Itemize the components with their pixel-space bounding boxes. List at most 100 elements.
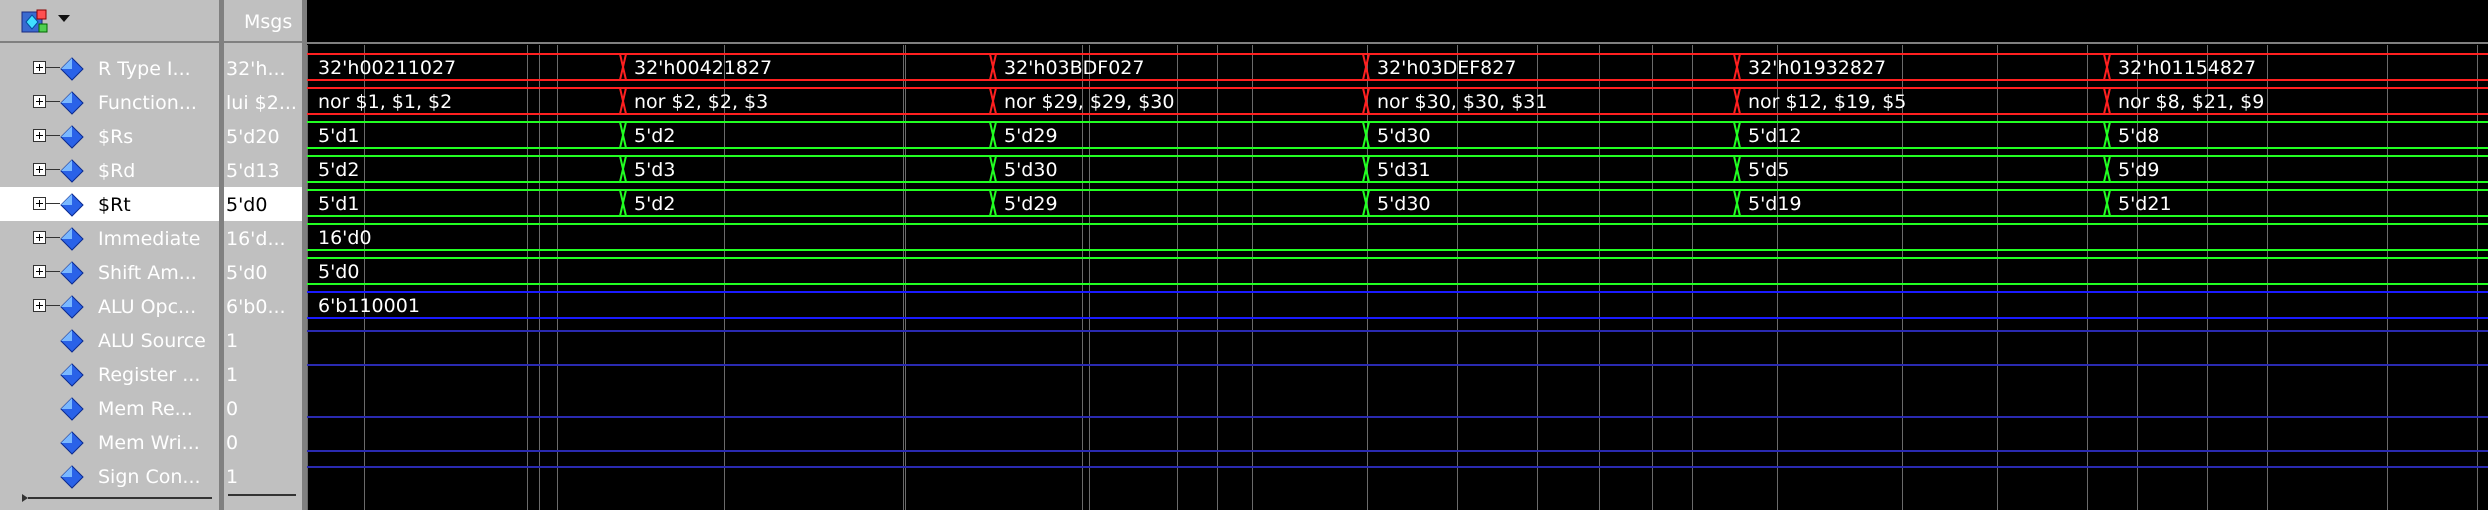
- waveform-function[interactable]: nor $1, $1, $2 nor $2, $2, $3 nor $29, $29…: [307, 87, 2488, 115]
- signal-value: lui $2...: [226, 92, 297, 114]
- time-ruler[interactable]: [307, 0, 2488, 43]
- signal-row-r-type-i[interactable]: R Type I...: [0, 51, 219, 85]
- value-row-rd[interactable]: 5'd13: [224, 153, 302, 187]
- signal-row-rd[interactable]: $Rd: [0, 153, 219, 187]
- msgs-label: Msgs: [244, 11, 293, 33]
- waveform-alu-opc[interactable]: 6'b110001: [307, 291, 2488, 319]
- bus-transition: [991, 155, 997, 183]
- tree-line: [46, 169, 60, 170]
- bus-value-label: 5'd21: [2118, 193, 2172, 215]
- signal-value: 0: [226, 398, 239, 420]
- waveform-rt[interactable]: 5'd1 5'd2 5'd29 5'd30 5'd19 5'd21: [307, 189, 2488, 217]
- bus-value-label: 5'd2: [634, 125, 675, 147]
- signal-name: Mem Re...: [98, 398, 193, 420]
- signal-diamond-icon: [60, 125, 84, 149]
- bus-value-label: 5'd29: [1004, 193, 1058, 215]
- bus-value-label: 5'd19: [1748, 193, 1802, 215]
- value-row-sign-con[interactable]: 1: [224, 459, 302, 493]
- signal-row-mem-wri[interactable]: Mem Wri...: [0, 425, 219, 459]
- waveform-rd[interactable]: 5'd2 5'd3 5'd30 5'd31 5'd5 5'd9: [307, 155, 2488, 183]
- bus-value-label: 5'd31: [1377, 159, 1431, 181]
- value-row-mem-wri[interactable]: 0: [224, 425, 302, 459]
- signal-value: 5'd20: [226, 126, 280, 148]
- expand-icon[interactable]: [33, 95, 46, 108]
- signal-row-rs[interactable]: $Rs: [0, 119, 219, 153]
- waveform-shift-am[interactable]: 5'd0: [307, 257, 2488, 285]
- signal-row-mem-re[interactable]: Mem Re...: [0, 391, 219, 425]
- bus-transition: [1735, 87, 1741, 115]
- value-row-immediate[interactable]: 16'd...: [224, 221, 302, 255]
- bus-transition: [621, 121, 627, 149]
- signal-row-rt[interactable]: $Rt: [0, 187, 219, 221]
- expand-icon[interactable]: [33, 61, 46, 74]
- signal-value: 5'd0: [226, 194, 268, 216]
- bus-transition: [2105, 155, 2111, 183]
- toolbar-wave-icon[interactable]: [20, 9, 48, 35]
- bus-transition: [621, 53, 627, 81]
- signal-row-alu-source[interactable]: ALU Source: [0, 323, 219, 357]
- scroll-arrow-icon[interactable]: [22, 494, 212, 502]
- expand-icon[interactable]: [33, 265, 46, 278]
- value-row-shift-am[interactable]: 5'd0: [224, 255, 302, 289]
- expand-icon[interactable]: [33, 129, 46, 142]
- chevron-down-icon[interactable]: [58, 15, 70, 22]
- value-row-rt[interactable]: 5'd0: [224, 187, 302, 221]
- signal-name: $Rt: [98, 194, 131, 216]
- value-row-alu-source[interactable]: 1: [224, 323, 302, 357]
- tree-line: [46, 237, 60, 238]
- waveform-canvas[interactable]: 32'h00211027 32'h00421827 32'h03BDF027 32'h…: [307, 0, 2488, 510]
- value-row-alu-opc[interactable]: 6'b0...: [224, 289, 302, 323]
- signal-name-pane: R Type I... Function... $Rs $Rd $Rt Immediate…: [0, 0, 219, 510]
- signal-name: Mem Wri...: [98, 432, 200, 454]
- bus-value-label: nor $29, $29, $30: [1004, 91, 1174, 113]
- signal-name: ALU Source: [98, 330, 206, 352]
- signal-diamond-icon: [60, 261, 84, 285]
- waveform-pane[interactable]: 32'h00211027 32'h00421827 32'h03BDF027 32'h…: [307, 0, 2488, 510]
- expand-icon[interactable]: [33, 163, 46, 176]
- tree-line: [46, 67, 60, 68]
- signal-row-alu-opc[interactable]: ALU Opc...: [0, 289, 219, 323]
- toolbar-header: [0, 0, 219, 43]
- tree-line: [46, 203, 60, 204]
- bus-transition: [1735, 189, 1741, 217]
- waveform-immediate[interactable]: 16'd0: [307, 223, 2488, 251]
- value-row-r-type-i[interactable]: 32'h...: [224, 51, 302, 85]
- bus-value-label: 5'd8: [2118, 125, 2159, 147]
- signal-name: R Type I...: [98, 58, 191, 80]
- bus-value-label: 32'h01932827: [1748, 57, 1886, 79]
- signal-row-sign-con[interactable]: Sign Con...: [0, 459, 219, 493]
- bus-value-label: 16'd0: [318, 227, 372, 249]
- signal-value: 0: [226, 432, 239, 454]
- bus-value-label: 32'h01154827: [2118, 57, 2256, 79]
- expand-icon[interactable]: [33, 231, 46, 244]
- bus-transition: [621, 87, 627, 115]
- signal-value: 1: [226, 330, 239, 352]
- value-row-register[interactable]: 1: [224, 357, 302, 391]
- bus-value-label: nor $8, $21, $9: [2118, 91, 2264, 113]
- signal-row-immediate[interactable]: Immediate: [0, 221, 219, 255]
- signal-row-function[interactable]: Function...: [0, 85, 219, 119]
- signal-diamond-icon: [60, 91, 84, 115]
- signal-diamond-icon: [60, 363, 84, 387]
- signal-value: 5'd13: [226, 160, 280, 182]
- bus-transition: [621, 189, 627, 217]
- signal-row-register[interactable]: Register ...: [0, 357, 219, 391]
- bus-value-label: 5'd2: [318, 159, 359, 181]
- expand-icon[interactable]: [33, 197, 46, 210]
- signal-diamond-icon: [60, 57, 84, 81]
- bus-transition: [991, 87, 997, 115]
- signal-name: Register ...: [98, 364, 201, 386]
- waveform-r-type-i[interactable]: 32'h00211027 32'h00421827 32'h03BDF027 32'h…: [307, 53, 2488, 81]
- tree-line: [46, 305, 60, 306]
- value-pane-scrollbar[interactable]: [228, 494, 296, 496]
- signal-name: Sign Con...: [98, 466, 201, 488]
- value-row-function[interactable]: lui $2...: [224, 85, 302, 119]
- value-row-rs[interactable]: 5'd20: [224, 119, 302, 153]
- bus-value-label: nor $12, $19, $5: [1748, 91, 1906, 113]
- bus-transition: [2105, 87, 2111, 115]
- signal-row-shift-am[interactable]: Shift Am...: [0, 255, 219, 289]
- expand-icon[interactable]: [33, 299, 46, 312]
- waveform-rs[interactable]: 5'd1 5'd2 5'd29 5'd30 5'd12 5'd8: [307, 121, 2488, 149]
- value-row-mem-re[interactable]: 0: [224, 391, 302, 425]
- bus-transition: [2105, 189, 2111, 217]
